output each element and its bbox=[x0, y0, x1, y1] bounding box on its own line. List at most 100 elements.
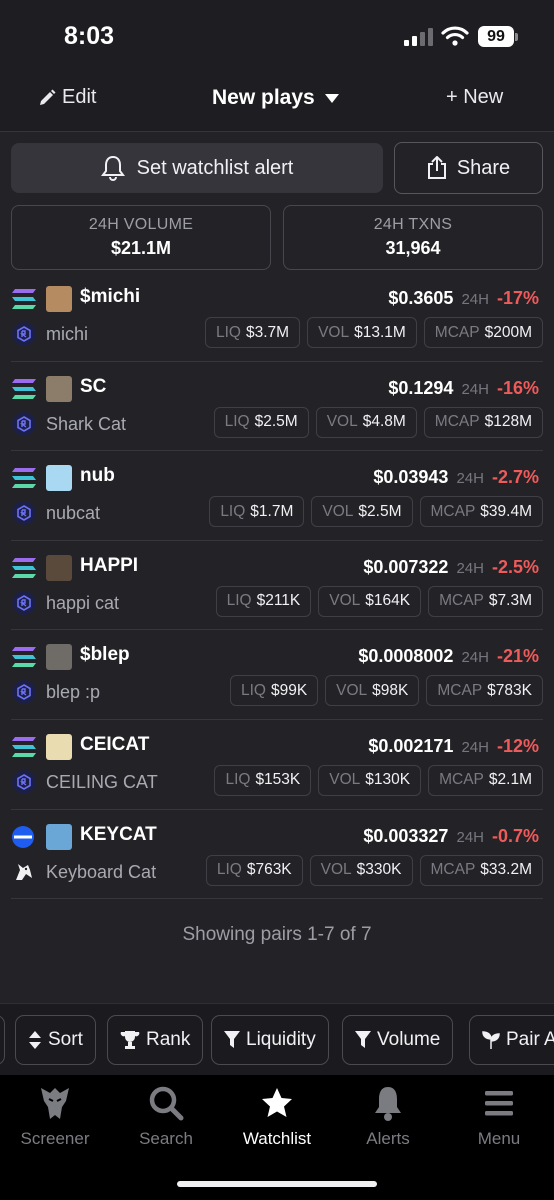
mcap-label: MCAP bbox=[434, 413, 480, 431]
bell-icon bbox=[375, 1087, 401, 1121]
solana-icon bbox=[12, 557, 36, 578]
pencil-icon bbox=[40, 89, 56, 105]
pair-row[interactable]: KEYCAT Keyboard Cat $0.003327 24H -0.7% … bbox=[11, 810, 543, 900]
pair-row[interactable]: CEICAT CEILING CAT $0.002171 24H -12% LI… bbox=[11, 720, 543, 810]
partial-chip[interactable] bbox=[0, 1015, 5, 1065]
tab-alerts-label: Alerts bbox=[366, 1129, 410, 1148]
vol-label: VOL bbox=[326, 413, 358, 431]
filter-icon bbox=[224, 1031, 240, 1048]
solana-icon bbox=[12, 468, 36, 489]
watchlist-header: Edit New plays + New bbox=[0, 76, 554, 131]
liq-label: LIQ bbox=[220, 502, 246, 520]
pair-row[interactable]: $michi michi $0.3605 24H -17% LIQ $3.7M V… bbox=[11, 272, 543, 362]
price-change: -2.5% bbox=[491, 556, 539, 577]
change-period-label: 24H bbox=[461, 649, 489, 667]
txns-stat-label: 24H TXNS bbox=[373, 216, 453, 233]
volume-label: Volume bbox=[377, 1029, 441, 1050]
raydium-icon bbox=[12, 769, 36, 794]
pair-row[interactable]: $blep blep :p $0.0008002 24H -21% LIQ $99… bbox=[11, 630, 543, 720]
mcap-value: $783K bbox=[487, 681, 532, 699]
raydium-icon bbox=[12, 501, 36, 526]
mcap-label: MCAP bbox=[437, 681, 483, 699]
tab-search[interactable]: Search bbox=[111, 1085, 221, 1149]
filter-bar[interactable]: Sort Rank Liquidity Volume Pair A bbox=[0, 1003, 554, 1075]
vol-value: $164K bbox=[365, 592, 411, 610]
token-symbol: $blep bbox=[80, 644, 130, 666]
rank-chip[interactable]: Rank bbox=[107, 1015, 204, 1065]
new-watchlist-button[interactable]: + New bbox=[446, 86, 503, 109]
price-line: $0.0008002 24H -21% bbox=[358, 646, 539, 667]
tab-screener[interactable]: Screener bbox=[0, 1085, 110, 1149]
liq-label: LIQ bbox=[225, 771, 251, 789]
liq-value: $3.7M bbox=[245, 323, 290, 341]
search-icon bbox=[149, 1086, 184, 1121]
header-divider bbox=[0, 131, 554, 132]
token-name: blep :p bbox=[46, 682, 101, 703]
token-avatar bbox=[46, 286, 72, 312]
vol-label: VOL bbox=[336, 681, 368, 699]
sort-chip[interactable]: Sort bbox=[15, 1015, 96, 1065]
mcap-label: MCAP bbox=[439, 592, 484, 610]
volume-chip[interactable]: Volume bbox=[342, 1015, 454, 1065]
token-name: happi cat bbox=[46, 592, 120, 613]
edit-label: Edit bbox=[62, 86, 97, 108]
unicorn-icon bbox=[16, 863, 32, 880]
token-name: michi bbox=[46, 324, 89, 344]
price-line: $0.002171 24H -12% bbox=[368, 736, 539, 757]
watchlist-title: New plays bbox=[212, 86, 315, 109]
liq-value: $153K bbox=[255, 771, 301, 789]
caret-down-icon bbox=[324, 93, 339, 103]
watchlist-pairs: $michi michi $0.3605 24H -17% LIQ $3.7M V… bbox=[0, 272, 554, 900]
pagination-summary: Showing pairs 1-7 of 7 bbox=[182, 924, 372, 945]
token-symbol: HAPPI bbox=[80, 554, 139, 576]
mcap-pill: MCAP $783K bbox=[426, 675, 543, 707]
token-name: nubcat bbox=[46, 503, 101, 524]
token-price: $0.1294 bbox=[388, 377, 454, 398]
price-change: -21% bbox=[496, 646, 539, 667]
token-price: $0.0008002 bbox=[358, 646, 454, 667]
vol-value: $13.1M bbox=[354, 323, 406, 341]
price-change: -0.7% bbox=[491, 825, 539, 846]
share-button[interactable]: Share bbox=[394, 142, 543, 194]
volume-pill: VOL $4.8M bbox=[315, 406, 417, 438]
liq-label: LIQ bbox=[240, 681, 266, 699]
liquidity-label: Liquidity bbox=[246, 1029, 316, 1050]
change-period-label: 24H bbox=[456, 559, 484, 577]
home-indicator bbox=[177, 1181, 377, 1187]
sort-label: Sort bbox=[48, 1029, 83, 1050]
pair-row[interactable]: HAPPI happi cat $0.007322 24H -2.5% LIQ $… bbox=[11, 541, 543, 631]
share-icon bbox=[427, 156, 446, 179]
metrics-pills: LIQ $763K VOL $330K MCAP $33.2M bbox=[205, 854, 543, 886]
watchlist-selector[interactable]: New plays bbox=[212, 86, 339, 110]
metrics-pills: LIQ $153K VOL $130K MCAP $2.1M bbox=[214, 764, 543, 796]
liquidity-chip[interactable]: Liquidity bbox=[211, 1015, 329, 1065]
sprout-icon bbox=[482, 1031, 500, 1049]
status-time: 8:03 bbox=[64, 22, 115, 50]
tab-watchlist[interactable]: Watchlist bbox=[222, 1085, 332, 1149]
sort-icon bbox=[29, 1031, 41, 1049]
pair-age-chip[interactable]: Pair A bbox=[469, 1015, 554, 1065]
liquidity-pill: LIQ $2.5M bbox=[213, 406, 309, 438]
token-avatar bbox=[46, 465, 72, 492]
pair-row[interactable]: SC Shark Cat $0.1294 24H -16% LIQ $2.5M V… bbox=[11, 362, 543, 452]
liquidity-pill: LIQ $153K bbox=[214, 764, 312, 796]
tab-alerts[interactable]: Alerts bbox=[333, 1085, 443, 1149]
vol-value: $330K bbox=[356, 861, 402, 879]
volume-pill: VOL $164K bbox=[318, 585, 422, 617]
share-label: Share bbox=[456, 156, 511, 179]
tab-menu[interactable]: Menu bbox=[444, 1085, 554, 1149]
mcap-label: MCAP bbox=[439, 771, 484, 789]
mcap-pill: MCAP $200M bbox=[423, 317, 543, 348]
cellular-signal-icon bbox=[404, 28, 433, 46]
token-name: Shark Cat bbox=[46, 413, 127, 434]
change-period-label: 24H bbox=[461, 380, 489, 398]
pair-row[interactable]: nub nubcat $0.03943 24H -2.7% LIQ $1.7M V… bbox=[11, 451, 543, 541]
set-watchlist-alert-button[interactable]: Set watchlist alert bbox=[11, 143, 383, 193]
rank-label: Rank bbox=[146, 1029, 191, 1050]
edit-button[interactable]: Edit bbox=[38, 86, 96, 109]
vol-value: $4.8M bbox=[362, 413, 406, 431]
alert-label: Set watchlist alert bbox=[136, 156, 294, 179]
liq-label: LIQ bbox=[216, 861, 242, 879]
liq-label: LIQ bbox=[226, 592, 252, 610]
volume-stat-value: $21.1M bbox=[110, 238, 172, 258]
